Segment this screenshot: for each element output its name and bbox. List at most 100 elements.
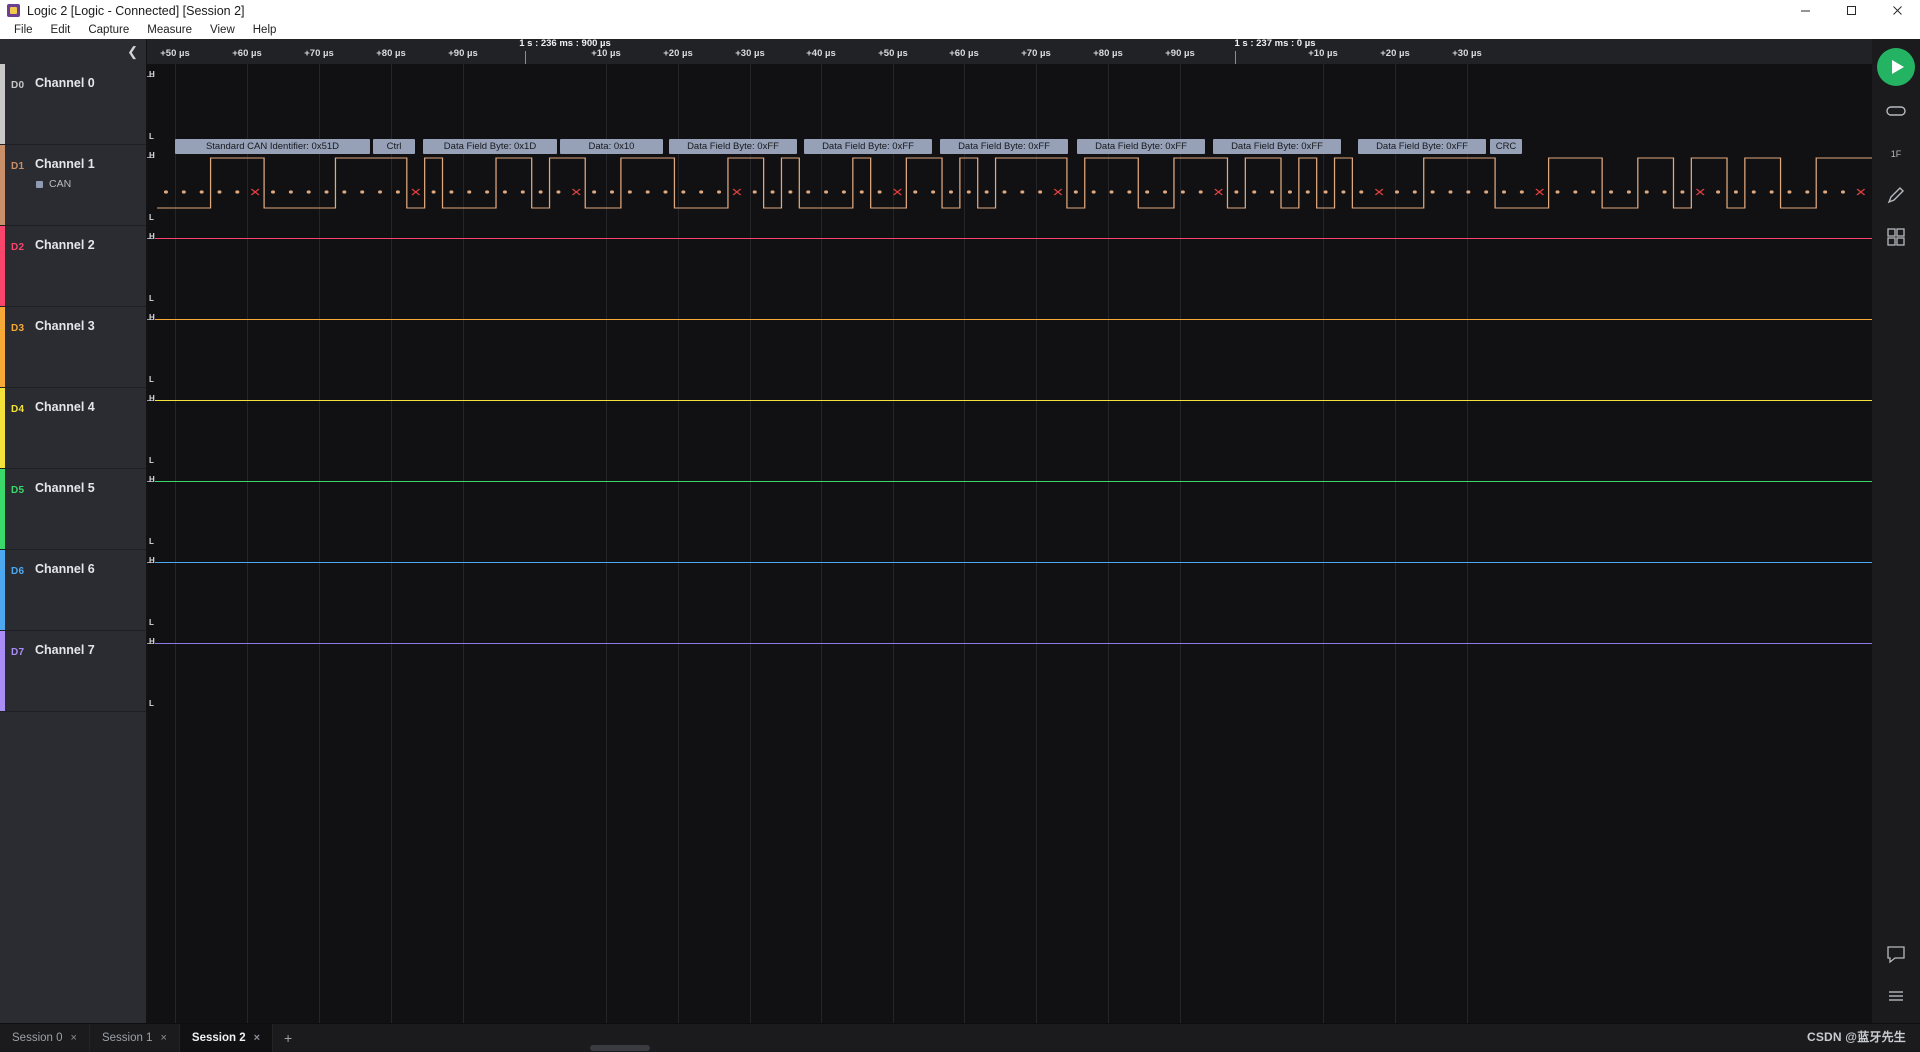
channel-name-label[interactable]: Channel 0 <box>35 76 95 90</box>
waveform-row-d2[interactable]: HL <box>147 226 1872 307</box>
start-capture-button[interactable] <box>1877 48 1915 86</box>
session-tab-label: Session 2 <box>192 1032 246 1044</box>
waveform-row-d1[interactable]: HLStandard CAN Identifier: 0x51DCtrlData… <box>147 145 1872 226</box>
channel-id-label: D4 <box>11 404 24 415</box>
digital-waveform-trace <box>147 145 1872 226</box>
analyzer-color-swatch <box>36 181 43 188</box>
channel-name-label[interactable]: Channel 5 <box>35 481 95 495</box>
menu-item-edit[interactable]: Edit <box>42 23 80 37</box>
channel-color-stripe <box>0 469 5 549</box>
menu-bar: FileEditCaptureMeasureViewHelp <box>0 21 1920 39</box>
channel-id-label: D2 <box>11 242 24 253</box>
title-bar: Logic 2 [Logic - Connected] [Session 2] <box>0 0 1920 21</box>
svg-text:1F: 1F <box>1891 149 1902 159</box>
session-tab-1[interactable]: Session 1 × <box>90 1024 180 1052</box>
channel-name-label[interactable]: Channel 3 <box>35 319 95 333</box>
analyzers-icon[interactable] <box>1879 220 1913 254</box>
session-tab-2[interactable]: Session 2 × <box>180 1024 273 1052</box>
channel-id-label: D7 <box>11 647 24 658</box>
timeline-tick-label: +70 µs <box>304 48 334 59</box>
chevron-left-icon[interactable]: ❮ <box>127 45 138 58</box>
menu-item-help[interactable]: Help <box>244 23 286 37</box>
channel-color-stripe <box>0 550 5 630</box>
channel-name-label[interactable]: Channel 7 <box>35 643 95 657</box>
channel-name-label[interactable]: Channel 1 <box>35 157 95 171</box>
flat-signal-line <box>155 643 1872 644</box>
waveform-row-d7[interactable]: HL <box>147 631 1872 712</box>
analyzer-badge-can[interactable]: CAN <box>36 178 71 190</box>
waveform-row-d5[interactable]: HL <box>147 469 1872 550</box>
menu-item-file[interactable]: File <box>5 23 42 37</box>
flat-signal-line <box>155 400 1872 401</box>
high-level-label: H <box>149 475 155 484</box>
timeline-tick-label: +80 µs <box>376 48 406 59</box>
channel-id-label: D0 <box>11 80 24 91</box>
channel-row-d1[interactable]: D1 Channel 1 CAN <box>0 145 146 226</box>
more-options-icon[interactable] <box>1879 979 1913 1013</box>
notes-icon[interactable] <box>1879 937 1913 971</box>
app-body: ❮ D0 Channel 0 D1 Channel 1 CAN D2 Channel 2 D3… <box>0 39 1920 1023</box>
flat-signal-line <box>155 319 1872 320</box>
channel-row-d7[interactable]: D7 Channel 7 <box>0 631 146 712</box>
waveform-row-d3[interactable]: HL <box>147 307 1872 388</box>
menu-item-capture[interactable]: Capture <box>79 23 138 37</box>
analyzer-label: CAN <box>49 178 71 190</box>
channel-row-d0[interactable]: D0 Channel 0 <box>0 64 146 145</box>
watermark: CSDN @蓝牙先生 <box>1807 1028 1906 1045</box>
session-tab-close-icon[interactable]: × <box>160 1032 166 1044</box>
waveform-row-d4[interactable]: HL <box>147 388 1872 469</box>
channel-color-stripe <box>0 631 5 711</box>
channel-color-stripe <box>0 388 5 468</box>
minimize-button[interactable] <box>1782 0 1828 21</box>
channel-id-label: D1 <box>11 161 24 172</box>
capture-device-icon[interactable] <box>1879 94 1913 128</box>
window-title: Logic 2 [Logic - Connected] [Session 2] <box>27 4 245 18</box>
menu-item-view[interactable]: View <box>201 23 244 37</box>
timeline-ruler[interactable]: +50 µs+60 µs+70 µs+80 µs+90 µs+10 µs+20 … <box>147 39 1872 64</box>
close-button[interactable] <box>1874 0 1920 21</box>
low-level-label: L <box>149 618 154 627</box>
timeline-tick-label: +60 µs <box>949 48 979 59</box>
channel-id-label: D5 <box>11 485 24 496</box>
channel-row-d3[interactable]: D3 Channel 3 <box>0 307 146 388</box>
timeline-tick-label: +80 µs <box>1093 48 1123 59</box>
measurement-pencil-icon[interactable] <box>1879 178 1913 212</box>
channel-name-label[interactable]: Channel 4 <box>35 400 95 414</box>
high-level-label: H <box>149 313 155 322</box>
waveform-row-d6[interactable]: HL <box>147 550 1872 631</box>
timeline-tick-label: +50 µs <box>878 48 908 59</box>
channel-name-label[interactable]: Channel 6 <box>35 562 95 576</box>
session-tab-close-icon[interactable]: × <box>254 1032 260 1044</box>
channel-name-label[interactable]: Channel 2 <box>35 238 95 252</box>
channel-row-d5[interactable]: D5 Channel 5 <box>0 469 146 550</box>
add-session-button[interactable]: + <box>273 1024 303 1052</box>
waveform-graph[interactable]: +50 µs+60 µs+70 µs+80 µs+90 µs+10 µs+20 … <box>147 39 1872 1023</box>
timeline-tick-label: +40 µs <box>806 48 836 59</box>
trigger-icon[interactable]: 1F <box>1879 136 1913 170</box>
flat-signal-line <box>155 238 1872 239</box>
timeline-tick-label: +60 µs <box>232 48 262 59</box>
timeline-major-marker-line <box>1235 51 1236 64</box>
channel-color-stripe <box>0 145 5 225</box>
right-toolbar: 1F <box>1872 39 1920 1023</box>
session-tab-label: Session 0 <box>12 1032 63 1044</box>
flat-signal-line <box>155 481 1872 482</box>
timeline-tick-label: +10 µs <box>1308 48 1338 59</box>
waveform-row-d0[interactable]: HL <box>147 64 1872 145</box>
session-tab-close-icon[interactable]: × <box>71 1032 77 1044</box>
horizontal-scrollbar[interactable] <box>590 1045 650 1051</box>
channel-row-d2[interactable]: D2 Channel 2 <box>0 226 146 307</box>
low-level-label: L <box>149 456 154 465</box>
channel-row-d4[interactable]: D4 Channel 4 <box>0 388 146 469</box>
timeline-tick-label: +30 µs <box>735 48 765 59</box>
channel-id-label: D3 <box>11 323 24 334</box>
menu-item-measure[interactable]: Measure <box>138 23 201 37</box>
channel-row-d6[interactable]: D6Channel 6 <box>0 550 146 631</box>
timeline-tick-label: +50 µs <box>160 48 190 59</box>
low-level-label: L <box>149 294 154 303</box>
session-tab-0[interactable]: Session 0 × <box>0 1024 90 1052</box>
maximize-button[interactable] <box>1828 0 1874 21</box>
channel-panel: ❮ D0 Channel 0 D1 Channel 1 CAN D2 Channel 2 D3… <box>0 39 147 1023</box>
session-tab-label: Session 1 <box>102 1032 153 1044</box>
logic-app-icon <box>7 4 20 17</box>
